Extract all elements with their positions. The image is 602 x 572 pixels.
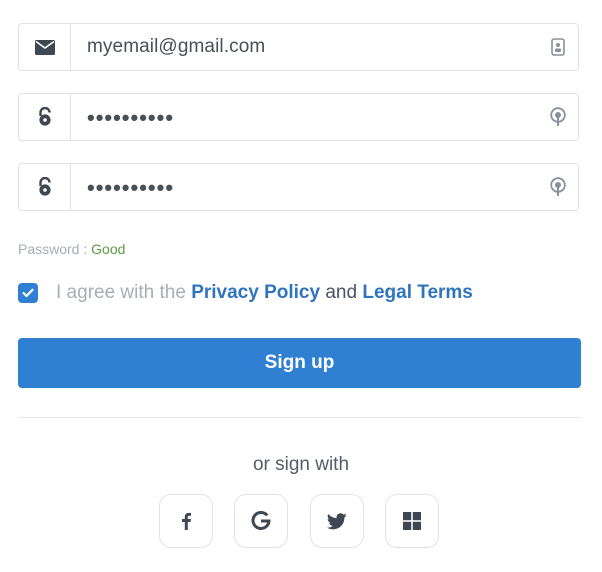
password-trailing [538, 94, 578, 140]
terms-checkbox[interactable] [18, 283, 38, 303]
password-strength-value: Good [91, 241, 126, 257]
confirm-password-input[interactable]: •••••••••• [71, 164, 538, 210]
windows-icon [403, 512, 421, 530]
facebook-icon [182, 512, 191, 530]
email-input[interactable]: myemail@gmail.com [71, 24, 538, 70]
unlock-icon [38, 177, 51, 196]
agree-prefix: I agree with the [56, 282, 186, 303]
password-field[interactable]: •••••••••• [18, 93, 579, 141]
twitter-button[interactable] [310, 494, 364, 548]
envelope-icon [34, 39, 55, 55]
facebook-button[interactable] [159, 494, 213, 548]
key-icon [550, 107, 566, 126]
divider [18, 417, 581, 418]
google-icon [251, 511, 271, 530]
email-field[interactable]: myemail@gmail.com [18, 23, 579, 71]
contact-card-icon [551, 38, 565, 56]
terms-agreement: I agree with the Privacy Policy and Lega… [18, 282, 473, 304]
password-strength-label: Password : [18, 241, 88, 257]
legal-terms-link[interactable]: Legal Terms [362, 282, 473, 304]
sign-up-button[interactable]: Sign up [18, 338, 581, 388]
social-heading: or sign with [252, 454, 350, 475]
email-trailing [538, 24, 578, 70]
confirm-password-addon [19, 164, 71, 210]
agree-conjunction: and [325, 282, 358, 303]
email-addon [19, 24, 71, 70]
confirm-password-field[interactable]: •••••••••• [18, 163, 579, 211]
key-icon [550, 177, 566, 196]
password-input[interactable]: •••••••••• [71, 94, 538, 140]
confirm-password-trailing [538, 164, 578, 210]
twitter-icon [327, 512, 347, 529]
password-strength: Password : Good [18, 241, 125, 257]
password-addon [19, 94, 71, 140]
privacy-policy-link[interactable]: Privacy Policy [191, 282, 320, 304]
checkmark-icon [22, 288, 34, 298]
microsoft-button[interactable] [385, 494, 439, 548]
google-button[interactable] [234, 494, 288, 548]
unlock-icon [38, 107, 51, 126]
